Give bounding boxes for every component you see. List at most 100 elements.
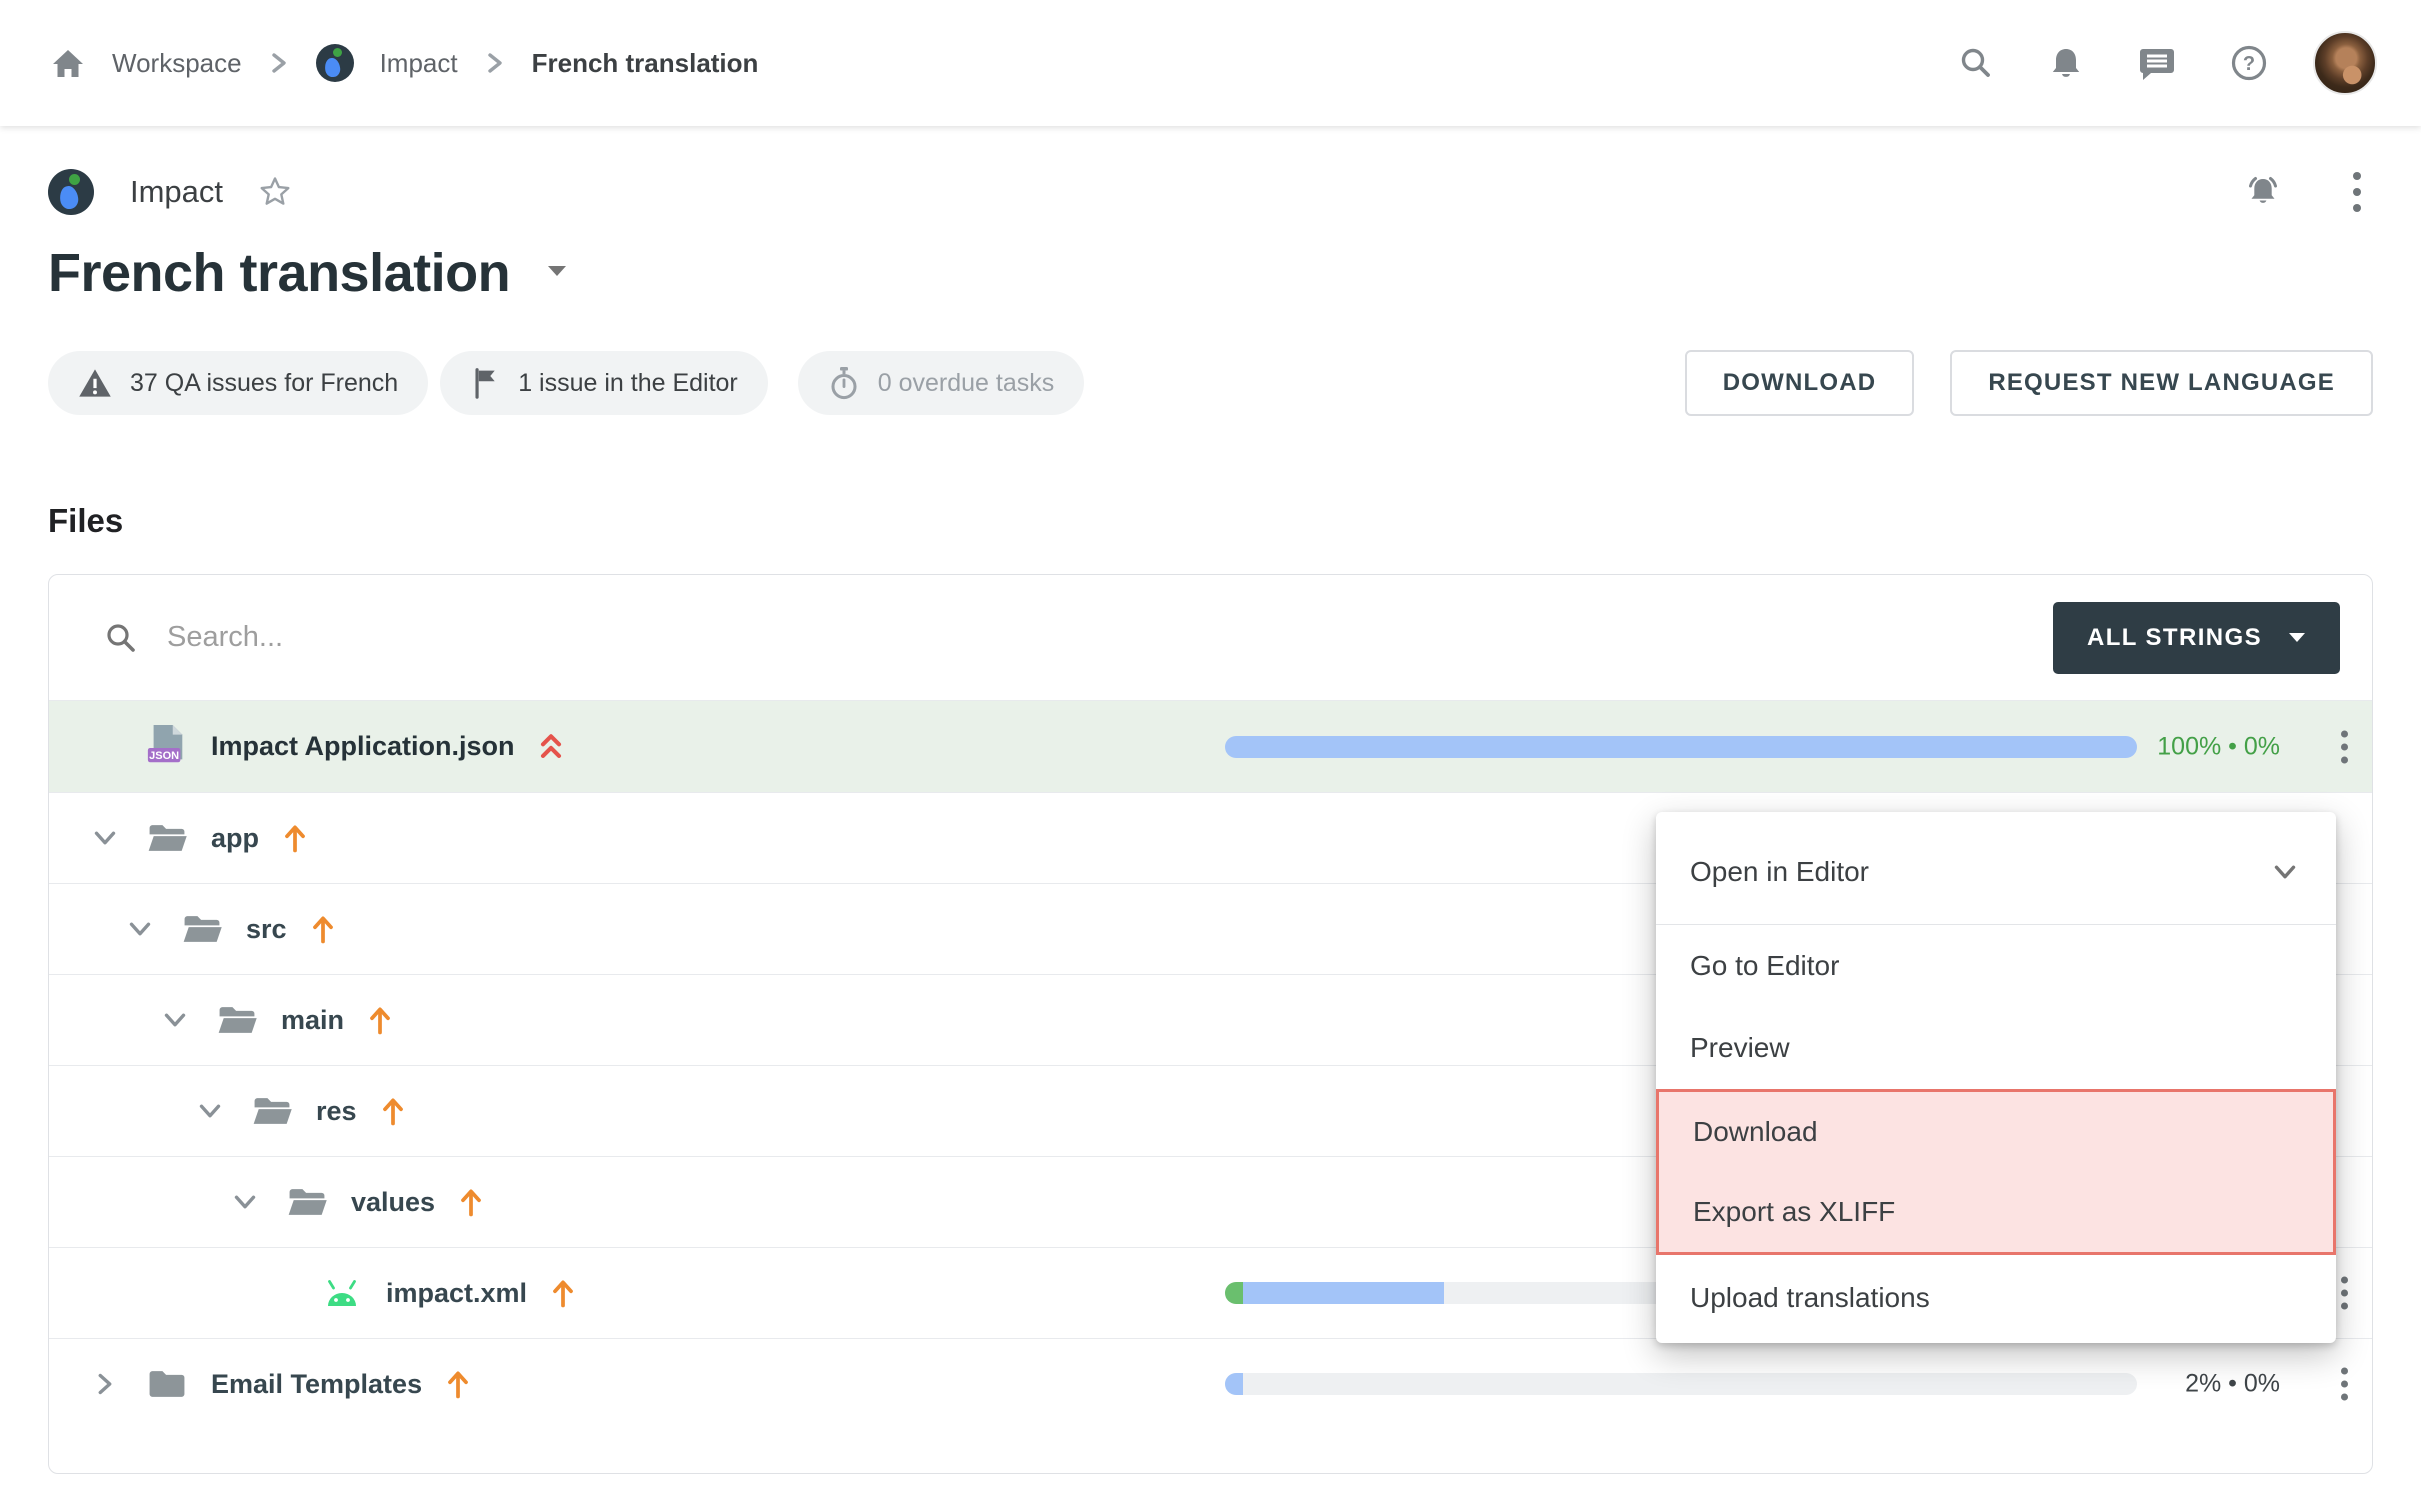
menu-item-export-as-xliff[interactable]: Export as XLIFF — [1659, 1172, 2333, 1252]
row-more-menu-icon[interactable] — [2337, 1273, 2352, 1314]
breadcrumb-page: French translation — [532, 48, 759, 79]
expand-chevron-down-icon[interactable] — [157, 1003, 193, 1037]
project-logo — [48, 169, 94, 215]
folder-open-icon — [145, 819, 189, 857]
status-badge-editor-issues[interactable]: 1 issue in the Editor — [440, 351, 768, 415]
status-badge-qa-issues[interactable]: 37 QA issues for French — [48, 351, 428, 415]
folder-name[interactable]: src — [246, 914, 287, 945]
chevron-right-icon — [484, 48, 506, 78]
translated-progress-segment — [1243, 1282, 1444, 1304]
translation-progress-bar — [1225, 1373, 2137, 1395]
menu-item-upload-translations[interactable]: Upload translations — [1656, 1255, 2336, 1341]
menu-item-open-in-editor[interactable]: Open in Editor — [1656, 820, 2336, 924]
file-row-impact-application-json[interactable]: JSON Impact Application.json 100% • 0% — [49, 701, 2372, 792]
tree-item: values — [227, 1157, 487, 1247]
files-toolbar: ALL STRINGS — [49, 575, 2372, 701]
translated-progress-segment — [1225, 1373, 1243, 1395]
tree-item: app — [87, 793, 311, 883]
download-button[interactable]: DOWNLOAD — [1685, 350, 1915, 416]
approved-progress-segment — [1225, 1282, 1243, 1304]
priority-high-icon — [377, 1093, 409, 1129]
user-avatar[interactable] — [2313, 31, 2377, 95]
project-name[interactable]: Impact — [130, 174, 223, 210]
priority-high-icon — [307, 911, 339, 947]
flag-icon — [470, 366, 500, 400]
strings-filter-label: ALL STRINGS — [2087, 624, 2262, 652]
folder-row-email-templates[interactable]: Email Templates 2% • 0% — [49, 1338, 2372, 1429]
star-icon[interactable] — [257, 174, 293, 210]
expand-chevron-down-icon[interactable] — [87, 821, 123, 855]
file-name[interactable]: Impact Application.json — [211, 731, 515, 762]
file-context-menu: Open in Editor Go to Editor Preview Downloa… — [1656, 812, 2336, 1343]
menu-item-label: Upload translations — [1690, 1282, 1930, 1314]
priority-high-icon — [455, 1184, 487, 1220]
menu-highlighted-group: DownloadExport as XLIFF — [1656, 1089, 2336, 1255]
folder-open-icon — [250, 1092, 294, 1130]
menu-item-go-to-editor[interactable]: Go to Editor — [1656, 925, 2336, 1007]
progress-percent-label: 100% • 0% — [2157, 732, 2280, 761]
breadcrumb-workspace[interactable]: Workspace — [112, 48, 242, 79]
help-icon[interactable]: ? — [2229, 43, 2269, 83]
folder-open-icon — [215, 1001, 259, 1039]
expand-chevron-right-icon[interactable] — [87, 1367, 123, 1401]
files-heading: Files — [48, 502, 2373, 540]
strings-filter-button[interactable]: ALL STRINGS — [2053, 602, 2340, 674]
chevron-down-icon — [2268, 855, 2302, 889]
priority-high-icon — [547, 1275, 579, 1311]
breadcrumb: Workspace Impact French translation — [50, 44, 758, 82]
status-badge-overdue-tasks: 0 overdue tasks — [798, 351, 1085, 415]
page-title: French translation — [48, 242, 510, 304]
folder-closed-icon — [145, 1365, 189, 1403]
project-logo — [316, 44, 354, 82]
notification-settings-bell-icon[interactable] — [2241, 172, 2285, 212]
chevron-right-icon — [268, 48, 290, 78]
home-icon[interactable] — [50, 45, 86, 81]
status-badge-label: 1 issue in the Editor — [518, 369, 738, 398]
translation-progress-bar — [1225, 736, 2137, 758]
messages-icon[interactable] — [2137, 44, 2177, 82]
expand-chevron-down-icon[interactable] — [122, 912, 158, 946]
row-more-menu-icon[interactable] — [2337, 1364, 2352, 1405]
status-badge-label: 37 QA issues for French — [130, 369, 398, 398]
folder-name[interactable]: Email Templates — [211, 1369, 422, 1400]
project-more-menu-icon[interactable] — [2349, 168, 2365, 216]
row-more-menu-icon[interactable] — [2337, 726, 2352, 767]
status-badge-label: 0 overdue tasks — [878, 369, 1055, 398]
tree-item: impact.xml — [262, 1248, 579, 1338]
search-icon — [103, 620, 139, 656]
files-search-input[interactable] — [167, 621, 2053, 654]
folder-name[interactable]: res — [316, 1096, 357, 1127]
folder-name[interactable]: app — [211, 823, 259, 854]
priority-high-icon — [442, 1366, 474, 1402]
top-bar: Workspace Impact French translation ? — [0, 0, 2421, 126]
tree-item: src — [122, 884, 339, 974]
folder-name[interactable]: values — [351, 1187, 435, 1218]
search-icon[interactable] — [1957, 44, 1995, 82]
priority-high-icon — [279, 820, 311, 856]
folder-open-icon — [180, 910, 224, 948]
title-caret-down-icon[interactable] — [546, 264, 568, 283]
notifications-bell-icon[interactable] — [2047, 44, 2085, 82]
menu-item-preview[interactable]: Preview — [1656, 1007, 2336, 1089]
json-file-icon: JSON — [145, 722, 189, 772]
tree-item: JSON Impact Application.json — [87, 701, 567, 792]
priority-high-icon — [364, 1002, 396, 1038]
tree-item: Email Templates — [87, 1339, 474, 1429]
tree-item: res — [192, 1066, 409, 1156]
timer-icon — [828, 365, 860, 401]
caret-down-icon — [2288, 632, 2306, 643]
expand-chevron-down-icon[interactable] — [227, 1185, 263, 1219]
file-name[interactable]: impact.xml — [386, 1278, 527, 1309]
translated-progress-segment — [1225, 736, 2137, 758]
request-new-language-button[interactable]: REQUEST NEW LANGUAGE — [1950, 350, 2373, 416]
android-icon — [320, 1276, 364, 1310]
warning-icon — [78, 367, 112, 399]
menu-item-download[interactable]: Download — [1659, 1092, 2333, 1172]
svg-text:?: ? — [2243, 53, 2255, 75]
breadcrumb-project[interactable]: Impact — [380, 48, 458, 79]
folder-name[interactable]: main — [281, 1005, 344, 1036]
menu-item-label: Preview — [1690, 1032, 1790, 1064]
menu-item-label: Go to Editor — [1690, 950, 1839, 982]
expand-chevron-down-icon[interactable] — [192, 1094, 228, 1128]
menu-item-label: Open in Editor — [1690, 856, 1869, 888]
